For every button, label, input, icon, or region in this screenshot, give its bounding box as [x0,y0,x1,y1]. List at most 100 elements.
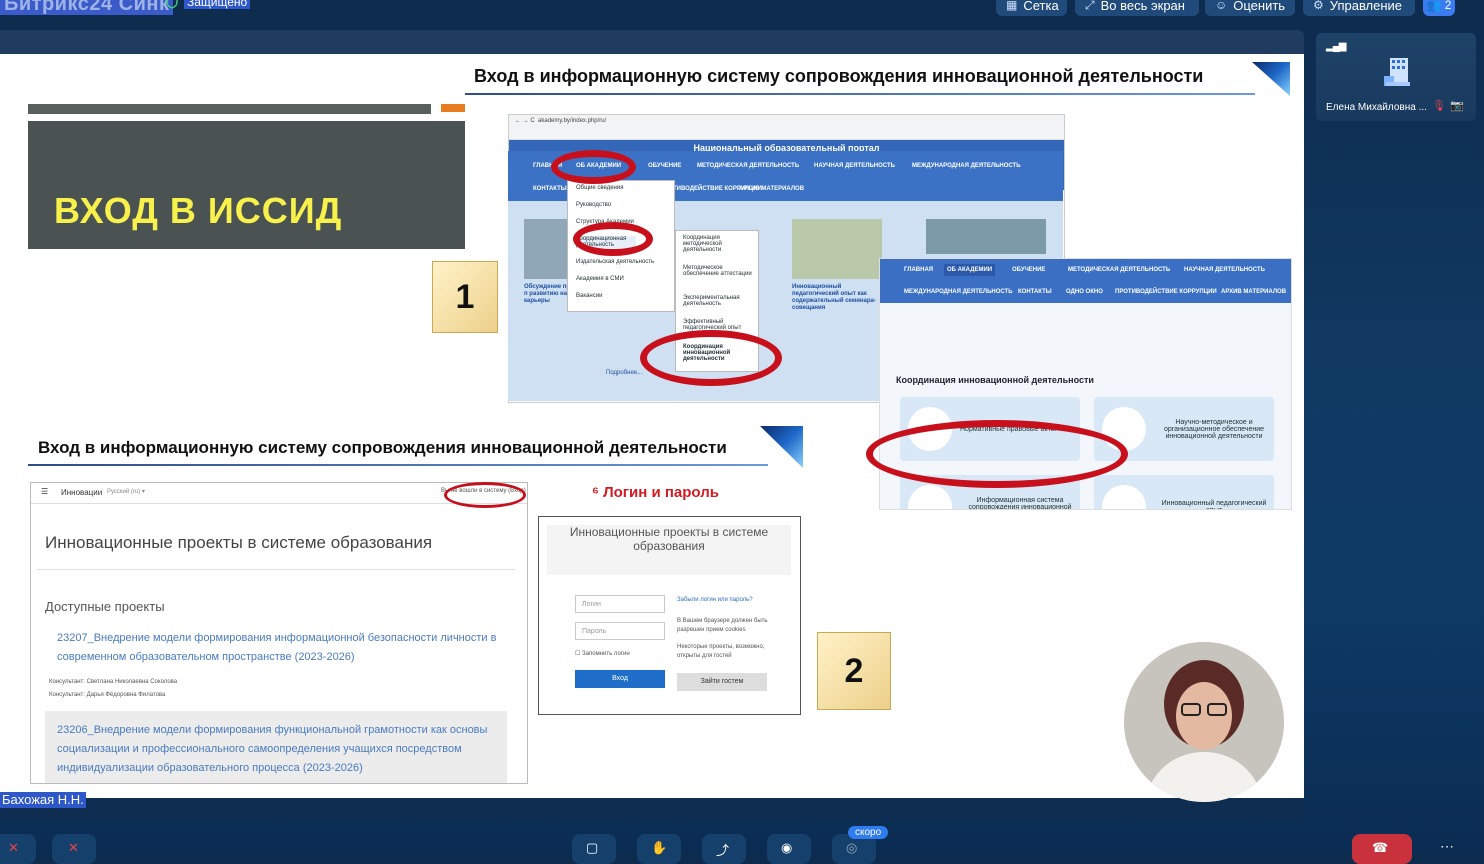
menu-vacancies[interactable]: Вакансии [576,293,602,299]
camera-toggle-button[interactable]: ✕ [52,834,96,864]
share-icon: ⤴ [716,843,730,858]
menu-media[interactable]: Академия в СМИ [576,276,624,282]
login-password-title: ⁶ Логин и пароль [592,484,719,501]
menu-icon[interactable]: ☰ [41,487,48,496]
rate-button[interactable]: ☺ Оценить [1205,0,1295,16]
rate-icon: ☺ [1215,0,1228,12]
mic-toggle-button[interactable]: ✕ [0,834,36,864]
nav-contacts[interactable]: КОНТАКТЫ [533,186,567,192]
fullscreen-button[interactable]: ⤢ Во весь экран [1075,0,1199,16]
secure-indicator: Защищено [166,0,251,9]
camera-off-icon: ✕ [68,840,79,855]
card-support-label: Научно-методическое и организационное об… [1163,418,1265,440]
nav-science[interactable]: НАУЧНАЯ ДЕЯТЕЛЬНОСТЬ [814,163,895,169]
more-options-icon[interactable]: ⋯ [1440,838,1454,855]
rate-label: Оценить [1233,0,1286,13]
password-input[interactable]: Пароль [575,622,665,640]
submenu-experimental[interactable]: Экспериментальная деятельность [683,295,753,307]
mic-off-icon: ✕ [8,840,19,855]
slide-bottom-strip [0,798,1304,820]
record-icon: ◉ [781,840,793,855]
coord-nav-about[interactable]: ОБ АКАДЕМИИ [944,264,996,276]
menu-leadership[interactable]: Руководство [576,202,611,208]
cookies-note: В Вашем браузере должен быть разрешен пр… [677,618,768,633]
projects-screenshot: ☰ Инновации Русский (ru) ▾ Вы не вошли в… [30,482,528,784]
project-2-link[interactable]: 23206_Внедрение модели формирования функ… [57,721,497,778]
record-button[interactable]: ◉ [767,834,811,864]
step-1-badge: 1 [432,261,498,333]
slide-header-1: Вход в информационную систему сопровожде… [474,66,1204,86]
coord-heading: Координация инновационной деятельности [896,375,1094,385]
people-icon: 👥 [1426,0,1442,12]
card-info-label: Информационная система сопровождения инн… [968,496,1072,510]
app-title: Битрикс24 Синк [0,0,174,15]
guests-note: Некоторые проекты, возможно, открыты для… [677,644,765,659]
chat-icon: ▢ [586,840,599,855]
nav-study[interactable]: ОБУЧЕНИЕ [648,163,681,169]
coord-nav-study[interactable]: ОБУЧЕНИЕ [1012,267,1045,273]
share-screen-button[interactable]: ⤴ [702,834,746,864]
signal-icon: ▂▄▆ [1326,41,1346,52]
step-2-badge: 2 [817,632,891,710]
news-title-2[interactable]: Инновационный педагогический опыт как со… [792,284,887,312]
nav-method[interactable]: МЕТОДИЧЕСКАЯ ДЕЯТЕЛЬНОСТЬ [697,163,799,169]
highlight-circle [573,222,653,256]
fullscreen-icon: ⤢ [1085,0,1095,12]
forgot-link[interactable]: Забыли логин или пароль? [677,597,753,603]
grid-view-label: Сетка [1023,0,1059,13]
guest-login-button[interactable]: Зайти гостем [677,673,767,691]
submenu-method[interactable]: Координация методической деятельности [683,235,753,253]
soon-badge: скоро [848,826,889,839]
nav-international[interactable]: МЕЖДУНАРОДНАЯ ДЕЯТЕЛЬНОСТЬ [912,163,1021,169]
coord-nav-main[interactable]: ГЛАВНАЯ [904,267,933,273]
hand-icon: ✋ [651,840,668,855]
coord-nav-window[interactable]: ОДНО ОКНО [1066,289,1103,295]
highlight-circle [640,330,782,386]
coord-nav-anticorruption[interactable]: ПРОТИВОДЕЙСТВИЕ КОРРУПЦИИ [1115,289,1217,295]
highlight-circle [551,150,636,184]
header-underline [465,93,1255,95]
manage-button[interactable]: ⚙ Управление [1303,0,1415,16]
menu-general[interactable]: Общие сведения [576,185,623,191]
leave-call-button[interactable]: ☎ [1352,834,1412,864]
coord-nav-international[interactable]: МЕЖДУНАРОДНАЯ ДЕЯТЕЛЬНОСТЬ [904,289,1013,295]
projects-site-name[interactable]: Инновации [61,488,102,497]
slide-title: ВХОД В ИССИД [54,190,343,231]
remember-login[interactable]: ☐ Запомнить логин [575,650,630,657]
login-input[interactable]: Логин [575,595,665,613]
login-button[interactable]: Вход [575,670,665,688]
remember-label: Запомнить логин [582,651,630,657]
submenu-attestation[interactable]: Методическое обеспечение аттестации [683,265,753,277]
news-image-3 [926,219,1046,254]
divider [37,569,515,570]
coord-nav-contacts[interactable]: КОНТАКТЫ [1018,289,1052,295]
participant-name: Елена Михайловна ... [1326,102,1427,113]
header-underline [28,464,768,466]
coord-nav-method[interactable]: МЕТОДИЧЕСКАЯ ДЕЯТЕЛЬНОСТЬ [1068,267,1170,273]
nav-archive[interactable]: АРХИВ МАТЕРИАЛОВ [739,186,804,192]
menu-publishing[interactable]: Издательская деятельность [576,259,654,265]
projects-title: Инновационные проекты в системе образова… [45,533,433,552]
project-1-consultant-2: Консультант: Дарья Фёдоровна Филатова [49,692,166,698]
language-select[interactable]: Русский (ru) ▾ [107,488,145,495]
manage-label: Управление [1329,0,1403,13]
login-form-title: Инновационные проекты в системе образова… [547,525,791,575]
browser-url: ← → C akademy.by/index.php/ru/ [515,118,607,124]
raise-hand-button[interactable]: ✋ [637,834,681,864]
coord-nav-science[interactable]: НАУЧНАЯ ДЕЯТЕЛЬНОСТЬ [1184,267,1265,273]
coord-nav-archive[interactable]: АРХИВ МАТЕРИАЛОВ [1221,289,1286,295]
project-1-link[interactable]: 23207_Внедрение модели формирования инфо… [57,629,497,667]
monitor-icon [908,485,952,509]
participants-button[interactable]: 👥 2 [1423,0,1455,16]
news-more-link[interactable]: Подробнее... [606,370,642,376]
slide-divider [28,104,431,114]
camera-off-icon: 📷 [1450,100,1464,112]
card-experience[interactable]: Инновационный педагогический опыт [1094,475,1274,509]
grid-icon: ▦ [1006,0,1018,12]
speaker-name-label: Бахожая Н.Н. [0,792,86,808]
speaker-video[interactable] [1124,642,1284,802]
feature-icon: ◎ [846,840,858,855]
grid-view-button[interactable]: ▦ Сетка [996,0,1067,16]
chat-button[interactable]: ▢ [572,834,616,864]
mic-off-icon: 🎙 [1432,100,1446,112]
